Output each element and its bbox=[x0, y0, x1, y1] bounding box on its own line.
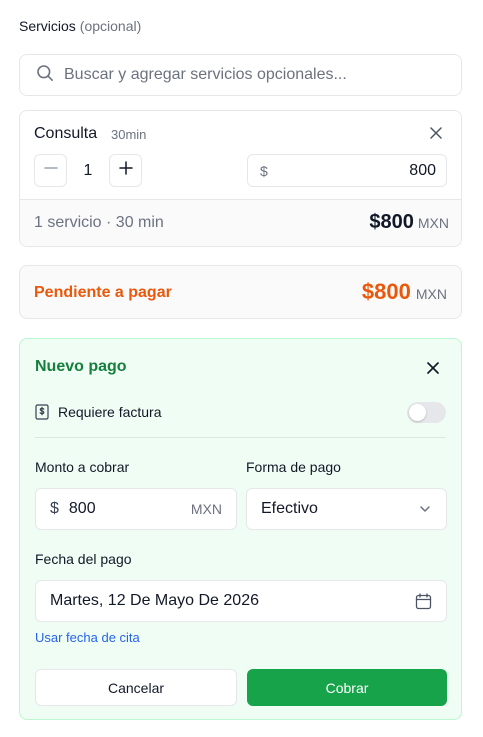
services-summary: 1 servicio · 30 min bbox=[34, 214, 164, 231]
payment-date-value: Martes, 12 De Mayo De 2026 bbox=[50, 592, 259, 609]
services-label: Servicios bbox=[19, 18, 76, 34]
amount-value: 800 bbox=[68, 500, 96, 517]
price-currency-symbol: $ bbox=[260, 162, 268, 179]
pending-amount: $800 bbox=[361, 279, 411, 304]
new-payment-panel: Nuevo pago Requiere factura Monto a cobr… bbox=[19, 338, 462, 720]
service-search-input[interactable] bbox=[64, 66, 444, 84]
close-payment-button[interactable] bbox=[425, 360, 441, 376]
invoice-required-label: Requiere factura bbox=[58, 404, 162, 420]
cancel-button[interactable]: Cancelar bbox=[35, 669, 237, 706]
section-divider bbox=[35, 437, 446, 438]
services-summary-bar: 1 servicio · 30 min $800 MXN bbox=[20, 199, 461, 246]
service-quantity: 1 bbox=[83, 161, 93, 179]
amount-label: Monto a cobrar bbox=[35, 459, 130, 475]
payment-date-picker[interactable]: Martes, 12 De Mayo De 2026 bbox=[35, 580, 447, 622]
service-duration: 30min bbox=[111, 127, 147, 142]
minus-icon bbox=[43, 161, 58, 180]
services-total: $800 MXN bbox=[369, 211, 449, 234]
amount-currency-symbol: $ bbox=[50, 500, 59, 517]
payment-method-value: Efectivo bbox=[261, 500, 318, 517]
price-value: 800 bbox=[409, 161, 436, 179]
services-optional-label: (opcional) bbox=[79, 18, 142, 34]
service-item-card: Consulta 30min 1 $ 800 1 servicio · 30 m… bbox=[19, 110, 462, 247]
toggle-knob bbox=[409, 404, 426, 421]
service-price-input[interactable]: $ 800 bbox=[247, 154, 447, 187]
use-appointment-date-link[interactable]: Usar fecha de cita bbox=[35, 630, 140, 645]
remove-service-button[interactable] bbox=[428, 125, 444, 141]
close-icon bbox=[428, 127, 444, 145]
calendar-icon bbox=[415, 592, 432, 610]
payment-date-label: Fecha del pago bbox=[35, 551, 132, 567]
invoice-dollar-icon bbox=[35, 404, 49, 425]
services-total-amount: $800 bbox=[369, 211, 414, 233]
pending-total: $800 MXN bbox=[362, 279, 447, 305]
pending-payment-card: Pendiente a pagar $800 MXN bbox=[19, 265, 462, 319]
chevron-down-icon bbox=[418, 502, 432, 516]
amount-unit: MXN bbox=[190, 501, 222, 517]
payment-method-label: Forma de pago bbox=[246, 459, 341, 475]
invoice-required-toggle[interactable] bbox=[407, 402, 446, 423]
payment-method-select[interactable]: Efectivo bbox=[246, 488, 447, 530]
service-name: Consulta bbox=[34, 125, 98, 142]
services-total-unit: MXN bbox=[417, 215, 449, 231]
search-icon bbox=[36, 64, 54, 87]
services-section-label: Servicios (opcional) bbox=[19, 18, 141, 34]
close-icon bbox=[425, 362, 441, 380]
pending-unit: MXN bbox=[415, 286, 447, 302]
increase-quantity-button[interactable] bbox=[109, 154, 142, 187]
decrease-quantity-button[interactable] bbox=[34, 154, 67, 187]
new-payment-title: Nuevo pago bbox=[35, 358, 127, 375]
pending-label: Pendiente a pagar bbox=[34, 284, 172, 301]
amount-input[interactable]: $ 800 MXN bbox=[35, 488, 237, 530]
charge-button[interactable]: Cobrar bbox=[247, 669, 447, 706]
plus-icon bbox=[118, 161, 133, 180]
service-search[interactable] bbox=[19, 54, 462, 96]
